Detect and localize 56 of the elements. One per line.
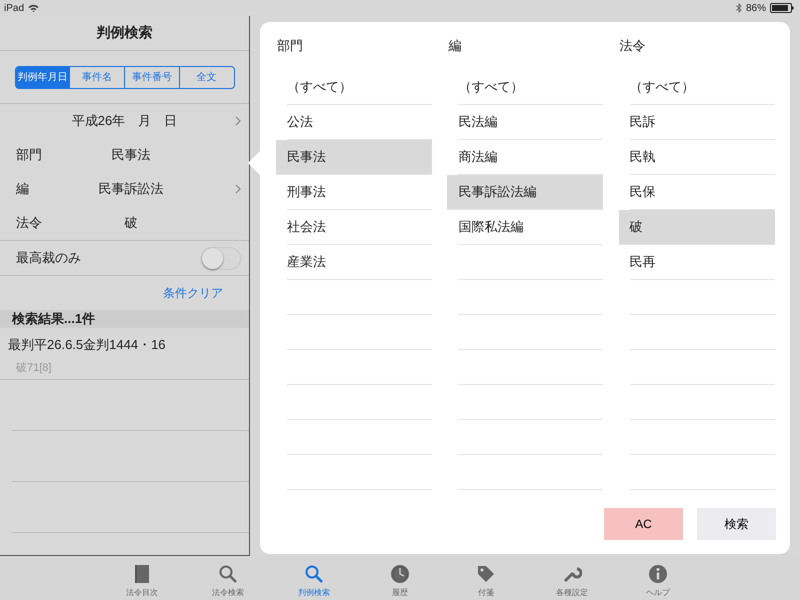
search-button[interactable]: 検索: [697, 508, 776, 540]
clear-button[interactable]: AC: [604, 508, 683, 540]
tab-item[interactable]: 履歴: [357, 556, 443, 600]
list-item[interactable]: 民再: [630, 245, 775, 280]
list-item[interactable]: （すべて）: [287, 70, 432, 105]
list-item[interactable]: 民法編: [458, 105, 604, 140]
search-icon: [218, 564, 238, 584]
list-item[interactable]: 刑事法: [287, 175, 432, 210]
date-row[interactable]: 平成26年 月 日: [0, 104, 249, 138]
list-item[interactable]: 国際私法編: [458, 210, 604, 245]
segment-tab[interactable]: 判例年月日: [16, 66, 70, 88]
tab-item[interactable]: ヘルプ: [615, 556, 701, 600]
toggle-label: 最高裁のみ: [16, 249, 82, 267]
list-item[interactable]: （すべて）: [630, 70, 775, 105]
clock-icon: [390, 564, 410, 584]
date-value: 平成26年 月 日: [70, 112, 178, 130]
list-item[interactable]: 産業法: [287, 245, 432, 280]
filter-label: 編: [16, 180, 30, 198]
filter-row[interactable]: 法令 破: [0, 206, 249, 240]
chevron-icon: [235, 184, 241, 194]
column-title: 法令: [618, 37, 647, 55]
panel-title: 判例検索: [0, 16, 249, 51]
book-icon: [132, 564, 152, 584]
bluetooth-icon: [736, 3, 742, 13]
column-title: 編: [447, 37, 462, 55]
results-header: 検索結果...1件: [0, 310, 249, 328]
info-icon: [648, 564, 668, 584]
toggle-switch[interactable]: [201, 246, 241, 270]
list-item[interactable]: 破: [618, 210, 775, 245]
filter-row[interactable]: 部門 民事法: [0, 138, 249, 172]
filter-value: 破: [124, 214, 138, 232]
result-title[interactable]: 最判平26.6.5金判1444・16: [8, 334, 249, 356]
filter-value: 民事法: [110, 146, 152, 164]
filter-value: 民事訴訟法: [98, 180, 164, 198]
result-subtitle: 破71[8]: [15, 361, 52, 375]
list-item[interactable]: 民事法: [276, 140, 432, 175]
tab-item[interactable]: 各種設定: [529, 556, 615, 600]
tag-icon: [476, 564, 496, 584]
list-item[interactable]: （すべて）: [458, 70, 604, 105]
tab-item[interactable]: 法令検索: [185, 556, 271, 600]
tab-item[interactable]: 法令目次: [99, 556, 185, 600]
list-item[interactable]: 社会法: [287, 210, 432, 245]
chevron-icon: [235, 116, 241, 126]
battery-icon: [770, 3, 794, 13]
filter-row[interactable]: 編 民事訴訟法: [0, 172, 249, 206]
filter-label: 部門: [16, 146, 43, 164]
list-item[interactable]: 民執: [630, 140, 775, 175]
column-title: 部門: [276, 37, 304, 55]
list-item[interactable]: 民事訴訟法編: [447, 175, 604, 210]
device-name: iPad: [4, 2, 24, 14]
filter-label: 法令: [16, 214, 43, 232]
wifi-icon: [28, 4, 40, 12]
battery-percent: 86%: [746, 2, 766, 14]
search-icon: [304, 564, 324, 584]
list-item[interactable]: 民訴: [630, 105, 775, 140]
tab-item[interactable]: 付箋: [443, 556, 529, 600]
